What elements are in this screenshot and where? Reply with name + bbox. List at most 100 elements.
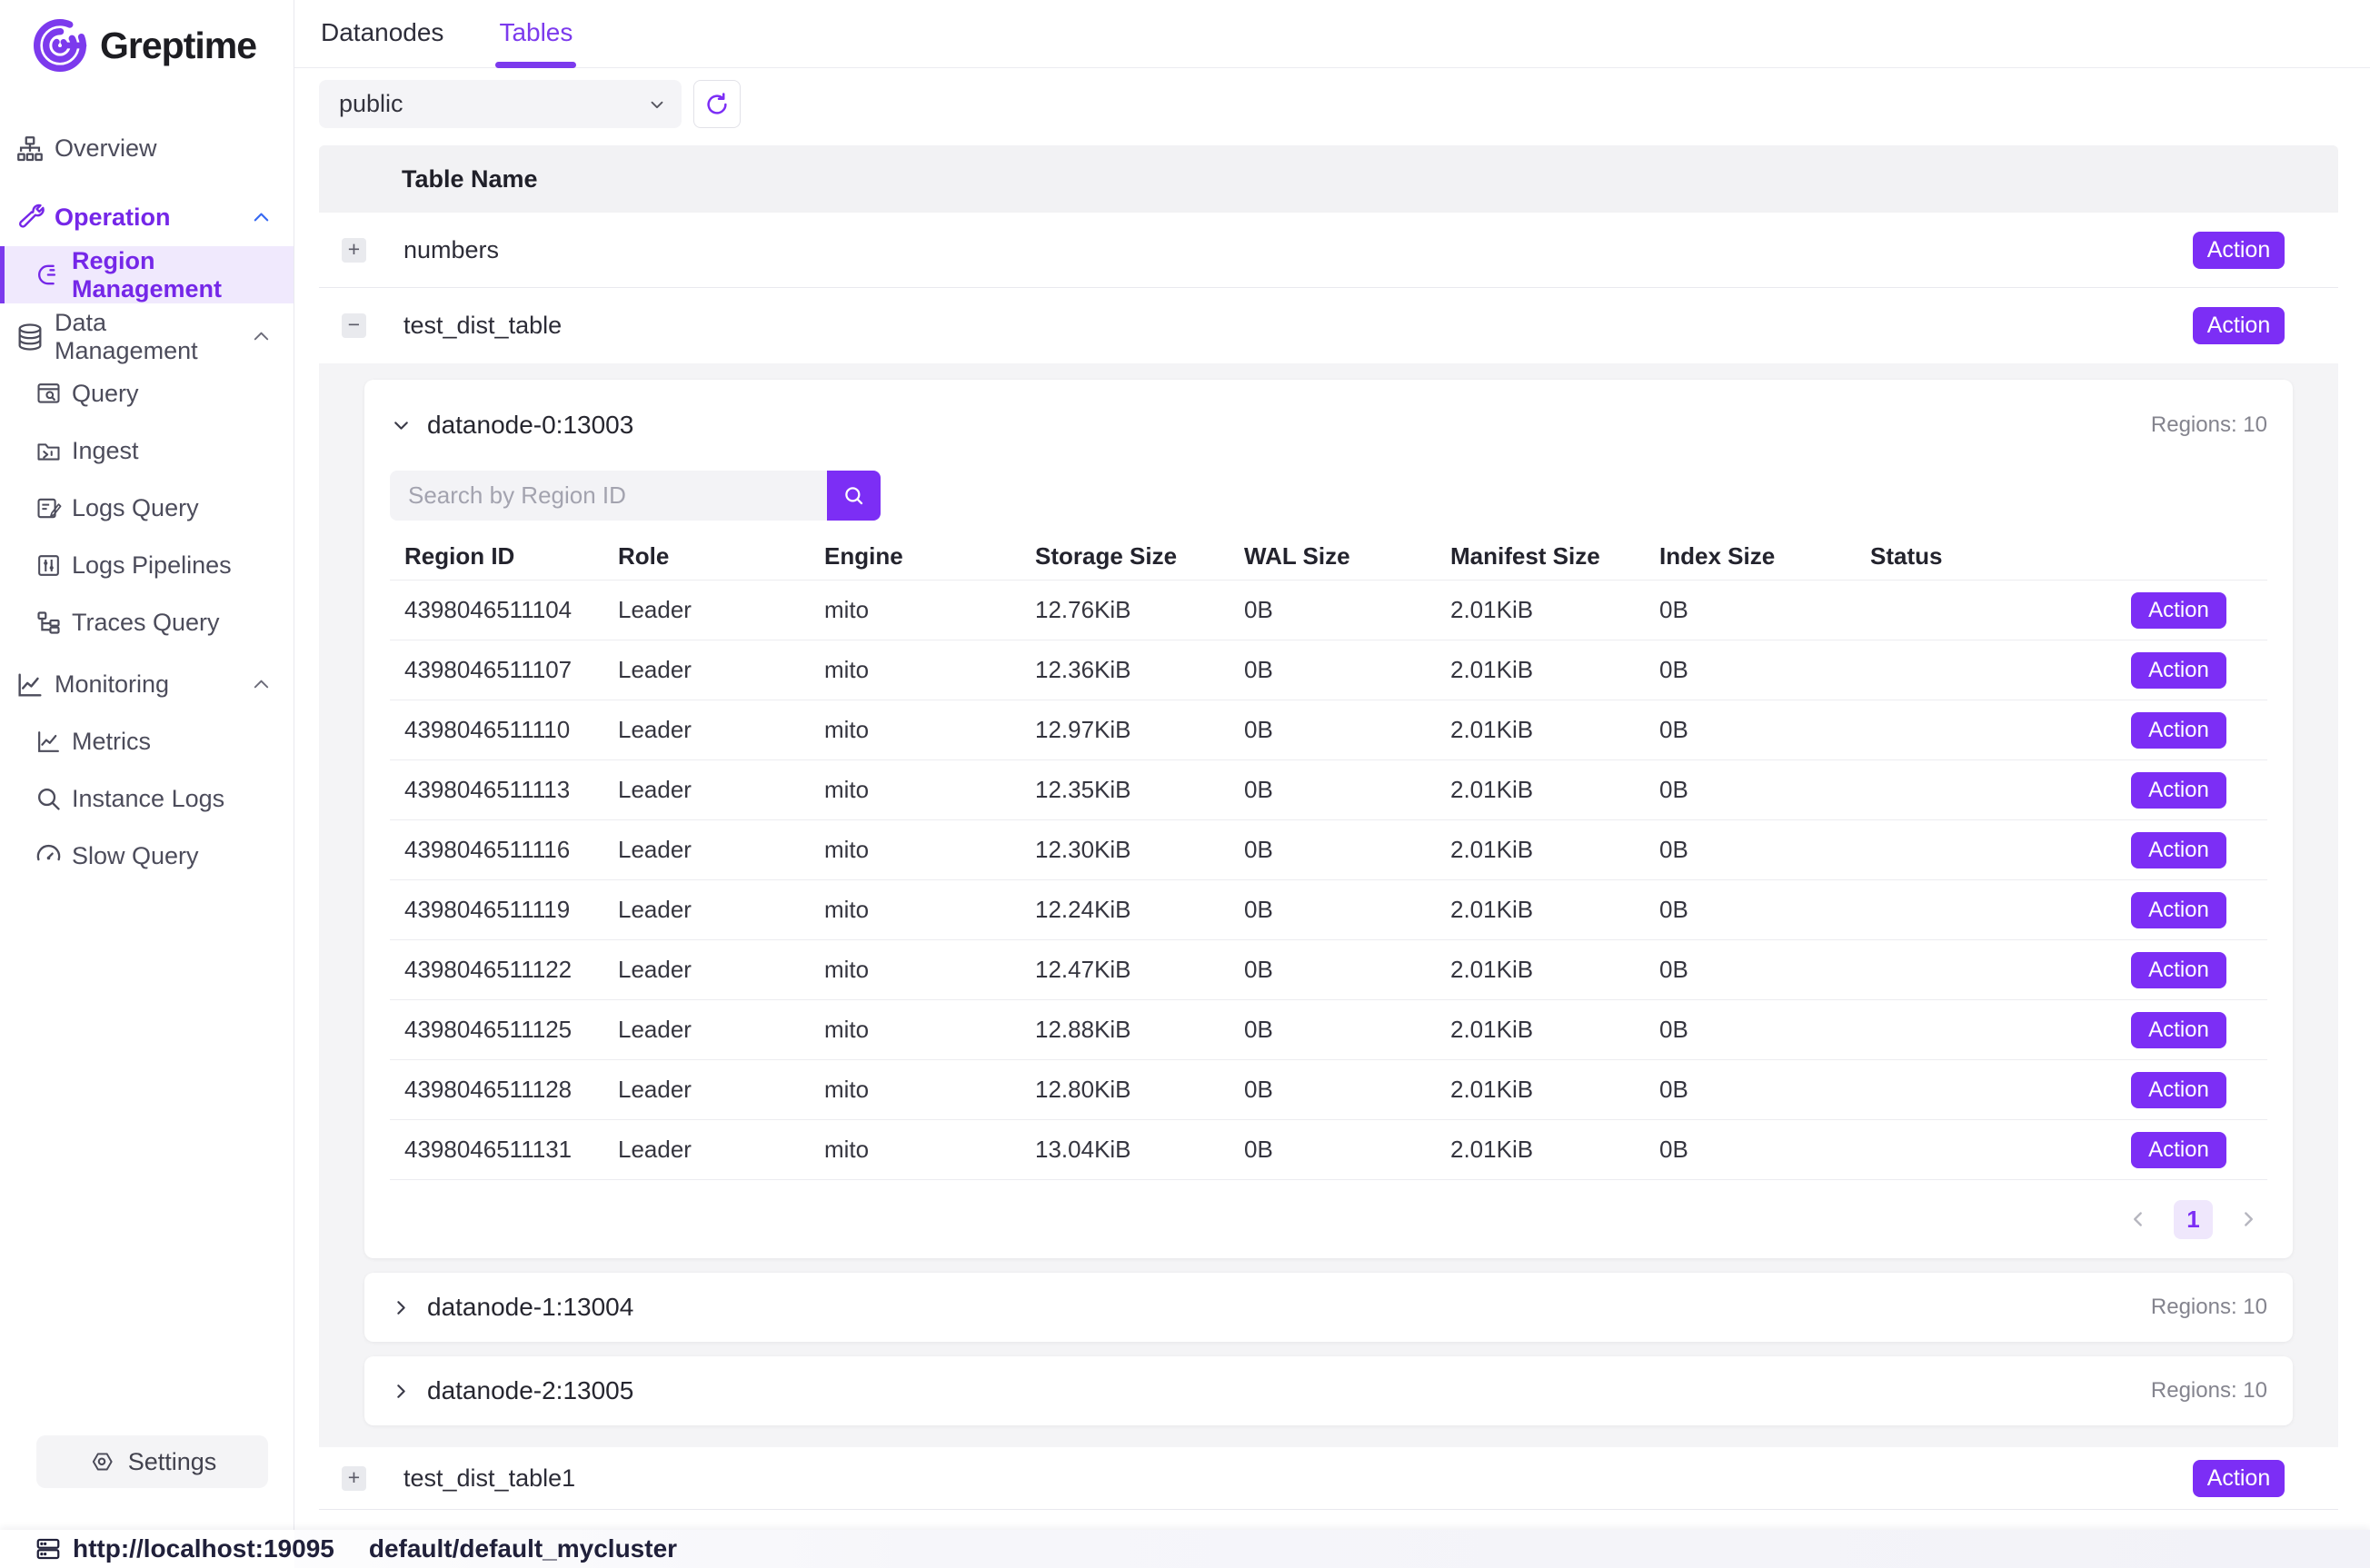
collapse-toggle-button[interactable]: − bbox=[342, 313, 366, 338]
region-row: 4398046511125 Leader mito 12.88KiB 0B 2.… bbox=[390, 1000, 2267, 1060]
sidebar-item-label: Instance Logs bbox=[72, 785, 224, 813]
datanode-name: datanode-0:13003 bbox=[427, 411, 633, 440]
controls-row: public bbox=[319, 80, 2338, 128]
sidebar-item-metrics[interactable]: Metrics bbox=[0, 713, 294, 770]
region-action-button[interactable]: Action bbox=[2131, 892, 2226, 928]
region-action-button[interactable]: Action bbox=[2131, 652, 2226, 689]
next-page-button[interactable] bbox=[2236, 1207, 2260, 1231]
settings-button[interactable]: Settings bbox=[36, 1435, 268, 1488]
region-row: 4398046511107 Leader mito 12.36KiB 0B 2.… bbox=[390, 640, 2267, 700]
region-action-button[interactable]: Action bbox=[2131, 832, 2226, 868]
chevron-right-icon bbox=[390, 1296, 413, 1319]
region-role: Leader bbox=[618, 956, 824, 984]
search-button[interactable] bbox=[827, 471, 881, 521]
sidebar-item-region-management[interactable]: Region Management bbox=[0, 246, 294, 303]
tables-list: Table Name + numbers Action − test_dist_… bbox=[319, 145, 2338, 1510]
region-role: Leader bbox=[618, 1016, 824, 1044]
region-action-button[interactable]: Action bbox=[2131, 1072, 2226, 1108]
region-branch-icon bbox=[35, 261, 63, 289]
region-row: 4398046511131 Leader mito 13.04KiB 0B 2.… bbox=[390, 1120, 2267, 1180]
sidebar-item-data-management[interactable]: Data Management bbox=[0, 308, 294, 365]
datanode-name: datanode-1:13004 bbox=[427, 1293, 633, 1322]
refresh-button[interactable] bbox=[693, 80, 741, 128]
region-engine: mito bbox=[824, 656, 1035, 684]
sidebar-item-label: Metrics bbox=[72, 728, 151, 756]
region-index: 0B bbox=[1659, 1016, 1870, 1044]
sidebar-item-logs-pipelines[interactable]: Logs Pipelines bbox=[0, 537, 294, 594]
region-action-button[interactable]: Action bbox=[2131, 1132, 2226, 1168]
previous-page-button[interactable] bbox=[2126, 1207, 2150, 1231]
region-index: 0B bbox=[1659, 716, 1870, 744]
expand-toggle-button[interactable]: + bbox=[342, 1466, 366, 1491]
region-wal: 0B bbox=[1244, 716, 1450, 744]
refresh-icon bbox=[703, 91, 731, 118]
column-storage-size: Storage Size bbox=[1035, 542, 1244, 571]
tab-datanodes[interactable]: Datanodes bbox=[321, 18, 443, 67]
chevron-up-icon[interactable] bbox=[251, 207, 272, 228]
sidebar-item-query[interactable]: Query bbox=[0, 365, 294, 422]
action-button[interactable]: Action bbox=[2193, 232, 2285, 269]
region-role: Leader bbox=[618, 716, 824, 744]
column-engine: Engine bbox=[824, 542, 1035, 571]
region-index: 0B bbox=[1659, 1136, 1870, 1164]
region-wal: 0B bbox=[1244, 776, 1450, 804]
table-row-numbers: + numbers Action bbox=[319, 213, 2338, 288]
wrench-icon bbox=[15, 203, 45, 233]
region-role: Leader bbox=[618, 596, 824, 624]
sidebar-item-slow-query[interactable]: Slow Query bbox=[0, 828, 294, 885]
region-engine: mito bbox=[824, 836, 1035, 864]
datanode-0-header[interactable]: datanode-0:13003 Regions: 10 bbox=[390, 380, 2267, 471]
datanode-2-card[interactable]: datanode-2:13005 Regions: 10 bbox=[364, 1356, 2293, 1425]
sidebar-item-ingest[interactable]: Ingest bbox=[0, 422, 294, 480]
cluster-name: default/default_mycluster bbox=[369, 1534, 677, 1563]
sidebar-item-operation[interactable]: Operation bbox=[0, 189, 294, 246]
region-search-input[interactable] bbox=[390, 471, 827, 521]
region-storage: 12.97KiB bbox=[1035, 716, 1244, 744]
region-manifest: 2.01KiB bbox=[1450, 956, 1659, 984]
region-wal: 0B bbox=[1244, 1016, 1450, 1044]
column-region-id: Region ID bbox=[390, 542, 618, 571]
folder-ingest-icon bbox=[35, 437, 63, 465]
sidebar-item-logs-query[interactable]: Logs Query bbox=[0, 480, 294, 537]
datanode-1-card[interactable]: datanode-1:13004 Regions: 10 bbox=[364, 1273, 2293, 1342]
cluster-selector[interactable]: default/default_mycluster bbox=[369, 1534, 677, 1563]
sidebar-item-overview[interactable]: Overview bbox=[0, 120, 294, 177]
sidebar-item-label: Logs Pipelines bbox=[72, 551, 232, 580]
region-wal: 0B bbox=[1244, 836, 1450, 864]
server-url[interactable]: http://localhost:19095 bbox=[35, 1534, 334, 1563]
sidebar-item-label: Operation bbox=[55, 203, 171, 232]
region-manifest: 2.01KiB bbox=[1450, 1016, 1659, 1044]
tables-page: public Table Name + numbers Action bbox=[294, 68, 2370, 1510]
region-role: Leader bbox=[618, 1136, 824, 1164]
region-index: 0B bbox=[1659, 1076, 1870, 1104]
chevron-up-icon[interactable] bbox=[251, 674, 272, 695]
sidebar-item-traces-query[interactable]: Traces Query bbox=[0, 594, 294, 651]
action-button[interactable]: Action bbox=[2193, 307, 2285, 344]
chevron-up-icon[interactable] bbox=[251, 326, 272, 347]
chevron-left-icon bbox=[2126, 1207, 2150, 1231]
region-storage: 12.36KiB bbox=[1035, 656, 1244, 684]
region-action-button[interactable]: Action bbox=[2131, 592, 2226, 629]
region-engine: mito bbox=[824, 896, 1035, 924]
page-number[interactable]: 1 bbox=[2174, 1200, 2213, 1239]
region-engine: mito bbox=[824, 1016, 1035, 1044]
action-button[interactable]: Action bbox=[2193, 1460, 2285, 1497]
region-action-button[interactable]: Action bbox=[2131, 712, 2226, 749]
sidebar-item-monitoring[interactable]: Monitoring bbox=[0, 656, 294, 713]
trace-tree-icon bbox=[35, 609, 63, 637]
region-row: 4398046511128 Leader mito 12.80KiB 0B 2.… bbox=[390, 1060, 2267, 1120]
database-select[interactable]: public bbox=[319, 80, 682, 128]
server-icon bbox=[35, 1535, 62, 1563]
column-manifest-size: Manifest Size bbox=[1450, 542, 1659, 571]
gear-icon bbox=[88, 1448, 115, 1475]
region-action-button[interactable]: Action bbox=[2131, 1012, 2226, 1048]
expand-toggle-button[interactable]: + bbox=[342, 238, 366, 263]
region-action-button[interactable]: Action bbox=[2131, 772, 2226, 809]
greptime-logo-icon bbox=[31, 16, 89, 74]
region-action-button[interactable]: Action bbox=[2131, 952, 2226, 988]
speedometer-icon bbox=[35, 842, 63, 870]
region-storage: 12.24KiB bbox=[1035, 896, 1244, 924]
region-table-header: Region ID Role Engine Storage Size WAL S… bbox=[390, 533, 2267, 581]
sidebar-item-instance-logs[interactable]: Instance Logs bbox=[0, 770, 294, 828]
tab-tables[interactable]: Tables bbox=[499, 18, 573, 67]
